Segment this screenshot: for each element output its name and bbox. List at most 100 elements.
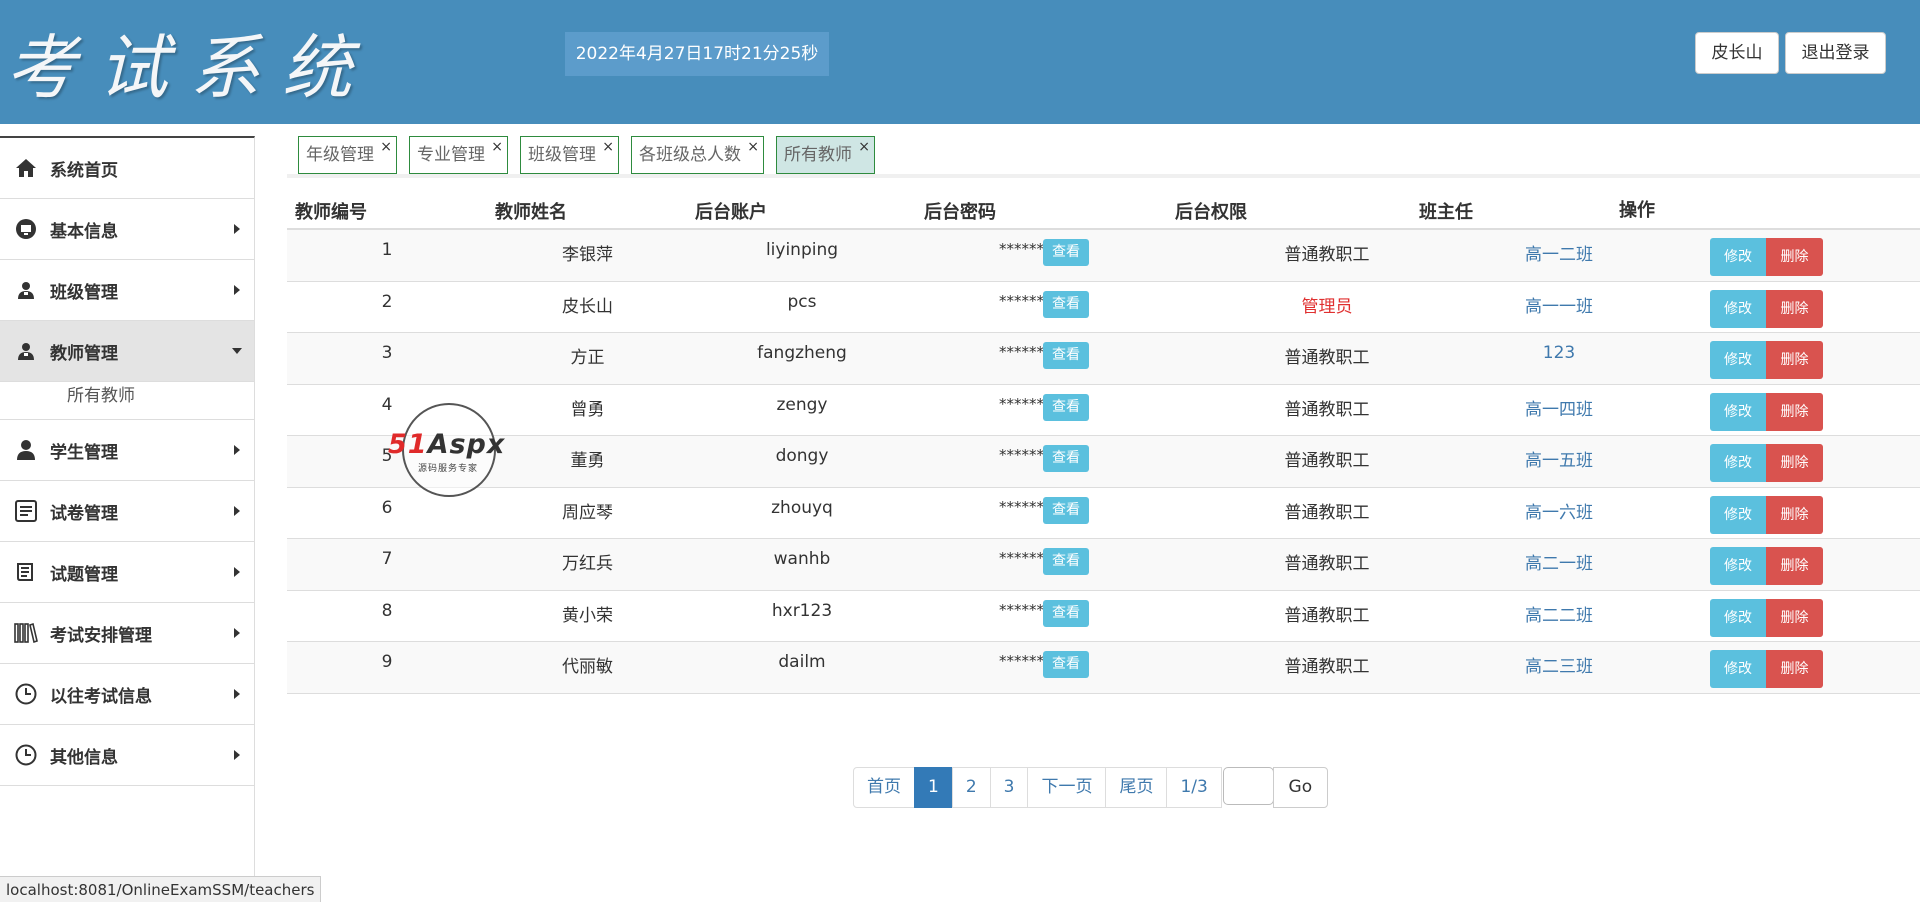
delete-button[interactable]: 删除 [1766, 238, 1823, 276]
view-password-button[interactable]: 查看 [1043, 548, 1089, 575]
view-password-button[interactable]: 查看 [1043, 651, 1089, 678]
close-icon[interactable]: × [491, 129, 503, 165]
app-logo: 考试系统 [6, 27, 374, 109]
teacher-account: wanhb [773, 549, 831, 569]
chevron-right-icon [234, 628, 240, 638]
head-teacher-class-link[interactable]: 123 [1439, 343, 1679, 363]
sidebar-item-student-management[interactable]: 学生管理 [0, 420, 254, 481]
sidebar-item-paper-management[interactable]: 试卷管理 [0, 481, 254, 542]
chevron-right-icon [234, 285, 240, 295]
tab-all-teachers[interactable]: 所有教师 × [776, 136, 875, 174]
sidebar-item-label: 考试安排管理 [50, 625, 152, 646]
page-3-button[interactable]: 3 [989, 767, 1029, 808]
delete-button[interactable]: 删除 [1766, 547, 1823, 585]
close-icon[interactable]: × [858, 129, 870, 165]
teacher-account: hxr123 [771, 600, 833, 621]
last-page-button[interactable]: 尾页 [1105, 767, 1168, 808]
page-jump-input[interactable] [1222, 767, 1274, 805]
teacher-table-header: 教师编号 教师姓名 后台账户 后台密码 后台权限 班主任 操作 添加 [287, 194, 1920, 230]
sidebar-item-teacher-management[interactable]: 教师管理 [0, 321, 254, 382]
sidebar-item-past-exams[interactable]: 以往考试信息 [0, 664, 254, 725]
column-header: 后台权限 [1175, 202, 1247, 223]
head-teacher-class-link[interactable]: 高一一班 [1439, 292, 1679, 317]
current-user-button[interactable]: 皮长山 [1695, 32, 1779, 74]
edit-button[interactable]: 修改 [1710, 650, 1766, 688]
sidebar-item-label: 班级管理 [50, 282, 118, 303]
tab-grade-management[interactable]: 年级管理 × [298, 136, 397, 174]
teacher-name: 黄小荣 [562, 605, 613, 626]
sidebar-item-basic-info[interactable]: 基本信息 [0, 199, 254, 260]
sidebar-item-label: 试题管理 [50, 564, 118, 585]
delete-button[interactable]: 删除 [1766, 289, 1823, 328]
teacher-table-body: 1 李银萍 liyinping ****** 查看 普通教职工 高一二班 修改 删除 2 皮长山 pc… [287, 230, 1920, 694]
view-password-button[interactable]: 查看 [1043, 239, 1089, 266]
user-icon [14, 339, 38, 363]
tab-label: 各班级总人数 [639, 145, 741, 165]
view-password-button[interactable]: 查看 [1043, 342, 1089, 369]
page-2-button[interactable]: 2 [951, 767, 991, 808]
edit-button[interactable]: 修改 [1710, 444, 1766, 482]
edit-button[interactable]: 修改 [1710, 392, 1766, 431]
table-row: 4 曾勇 zengy ****** 查看 普通教职工 高一四班 修改 删除 [287, 385, 1920, 436]
head-teacher-class-link[interactable]: 高一二班 [1439, 240, 1679, 265]
column-header: 操作 [1619, 200, 1655, 221]
edit-button[interactable]: 修改 [1710, 289, 1766, 328]
password-mask: ****** [999, 549, 1044, 567]
password-mask: ****** [999, 652, 1044, 670]
view-password-button[interactable]: 查看 [1043, 496, 1089, 524]
delete-button[interactable]: 删除 [1766, 495, 1823, 534]
password-mask: ****** [999, 600, 1044, 619]
tab-class-management[interactable]: 班级管理 × [520, 136, 619, 174]
edit-button[interactable]: 修改 [1710, 238, 1766, 276]
edit-button[interactable]: 修改 [1710, 598, 1766, 637]
sidebar-item-class-management[interactable]: 班级管理 [0, 260, 254, 321]
go-button[interactable]: Go [1272, 767, 1328, 808]
table-row: 8 黄小荣 hxr123 ****** 查看 普通教职工 高二二班 修改 删除 [287, 591, 1920, 642]
column-header: 教师编号 [295, 202, 367, 223]
chevron-down-icon [232, 348, 242, 354]
close-icon[interactable]: × [602, 129, 614, 165]
head-teacher-class-link[interactable]: 高一四班 [1439, 395, 1679, 420]
sidebar-subitem-all-teachers[interactable]: 所有教师 [0, 382, 254, 420]
delete-button[interactable]: 删除 [1766, 392, 1823, 431]
delete-button[interactable]: 删除 [1766, 598, 1823, 637]
head-teacher-class-link[interactable]: 高二一班 [1439, 549, 1679, 574]
password-mask: ****** [999, 343, 1044, 361]
sidebar-item-question-management[interactable]: 试题管理 [0, 542, 254, 603]
edit-button[interactable]: 修改 [1710, 495, 1766, 534]
sidebar-item-other-info[interactable]: 其他信息 [0, 725, 254, 786]
sidebar-item-exam-schedule[interactable]: 考试安排管理 [0, 603, 254, 664]
close-icon[interactable]: × [747, 129, 759, 165]
close-icon[interactable]: × [380, 129, 392, 165]
sidebar-item-home[interactable]: 系统首页 [0, 138, 254, 199]
delete-button[interactable]: 删除 [1766, 650, 1823, 688]
table-row: 5 董勇 dongy ****** 查看 普通教职工 高一五班 修改 删除 [287, 436, 1920, 488]
head-teacher-class-link[interactable]: 高一五班 [1439, 446, 1679, 471]
first-page-button[interactable]: 首页 [853, 767, 915, 808]
teacher-account: liyinping [765, 240, 839, 260]
edit-button[interactable]: 修改 [1710, 341, 1766, 379]
teacher-name: 李银萍 [562, 245, 613, 265]
chevron-right-icon [234, 750, 240, 760]
head-teacher-class-link[interactable]: 高二二班 [1439, 601, 1679, 626]
head-teacher-class-link[interactable]: 高一六班 [1439, 498, 1679, 523]
head-teacher-class-link[interactable]: 高二三班 [1439, 652, 1679, 677]
delete-button[interactable]: 删除 [1766, 341, 1823, 379]
view-password-button[interactable]: 查看 [1043, 290, 1089, 318]
delete-button[interactable]: 删除 [1766, 444, 1823, 482]
view-password-button[interactable]: 查看 [1043, 445, 1089, 472]
edit-button[interactable]: 修改 [1710, 547, 1766, 585]
view-password-button[interactable]: 查看 [1043, 393, 1089, 421]
next-page-button[interactable]: 下一页 [1027, 767, 1107, 808]
tabs-divider [287, 174, 1920, 178]
clock-icon [14, 743, 38, 767]
page-1-button[interactable]: 1 [914, 767, 953, 808]
tab-label: 年级管理 [306, 145, 374, 165]
view-password-button[interactable]: 查看 [1043, 599, 1089, 627]
logout-button[interactable]: 退出登录 [1785, 32, 1886, 74]
person-icon [14, 438, 38, 462]
tab-major-management[interactable]: 专业管理 × [409, 136, 508, 174]
sidebar-nav: 系统首页 基本信息 班级管理 教师管理 所有教师 学生管理 试卷管理 试题管理 … [0, 136, 255, 902]
tab-class-totals[interactable]: 各班级总人数 × [631, 136, 764, 174]
monitor-icon [14, 217, 38, 241]
